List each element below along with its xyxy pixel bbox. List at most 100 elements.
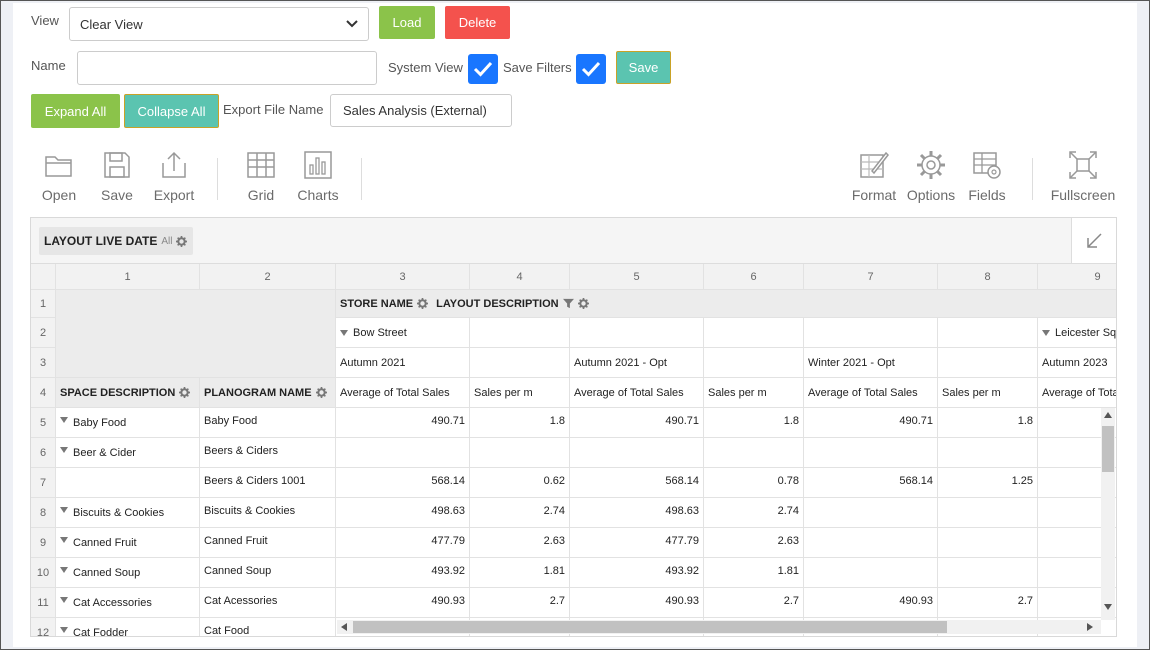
value-cell[interactable]: 477.79 (336, 528, 470, 558)
value-cell[interactable]: 0.62 (470, 468, 570, 498)
value-cell[interactable]: 493.92 (336, 558, 470, 588)
column-number-header[interactable]: 3 (336, 264, 470, 290)
measure-header[interactable]: Average of Total Sales (570, 378, 704, 408)
vertical-scroll-thumb[interactable] (1102, 426, 1114, 472)
space-description-cell[interactable]: Cat Fodder (56, 618, 200, 636)
row-field-planogram-name[interactable]: PLANOGRAM NAME (200, 378, 336, 408)
format-tool[interactable]: Format (849, 149, 899, 203)
value-cell[interactable]: 2.63 (704, 528, 804, 558)
value-cell[interactable]: 493.92 (570, 558, 704, 588)
store-header-bow-street[interactable]: Bow Street (336, 318, 470, 348)
expand-triangle-icon[interactable] (60, 567, 68, 573)
expand-triangle-icon[interactable] (1042, 329, 1050, 336)
column-number-header[interactable]: 6 (704, 264, 804, 290)
column-number-header[interactable]: 5 (570, 264, 704, 290)
charts-tool[interactable]: Charts (295, 149, 341, 203)
row-number-header[interactable]: 2 (31, 318, 56, 348)
value-cell[interactable]: 477.79 (570, 528, 704, 558)
value-cell[interactable]: 490.71 (804, 408, 938, 438)
expand-triangle-icon[interactable] (60, 537, 68, 543)
space-description-cell[interactable]: Biscuits & Cookies (56, 498, 200, 528)
expand-triangle-icon[interactable] (340, 329, 348, 336)
value-cell[interactable]: 1.8 (938, 408, 1038, 438)
filter-chip-layout-live-date[interactable]: LAYOUT LIVE DATE All (39, 227, 194, 255)
value-cell[interactable] (938, 498, 1038, 528)
measure-header[interactable]: Sales per m (704, 378, 804, 408)
scroll-down-icon[interactable] (1104, 604, 1112, 610)
system-view-checkbox[interactable] (468, 54, 498, 84)
value-cell[interactable] (570, 438, 704, 468)
value-cell[interactable]: 2.74 (704, 498, 804, 528)
value-cell[interactable] (704, 438, 804, 468)
column-number-header[interactable]: 1 (56, 264, 200, 290)
value-cell[interactable]: 568.14 (804, 468, 938, 498)
row-number-header[interactable]: 3 (31, 348, 56, 378)
open-tool[interactable]: Open (39, 149, 79, 203)
collapse-panel-button[interactable] (1071, 218, 1116, 264)
value-cell[interactable]: 2.74 (470, 498, 570, 528)
measure-header[interactable]: Average of Total Sales (336, 378, 470, 408)
row-field-space-description[interactable]: SPACE DESCRIPTION (56, 378, 200, 408)
save-tool[interactable]: Save (97, 149, 137, 203)
value-cell[interactable]: 0.78 (704, 468, 804, 498)
value-cell[interactable]: 490.93 (336, 588, 470, 618)
gear-icon[interactable] (417, 298, 429, 309)
scroll-left-icon[interactable] (341, 623, 347, 631)
space-description-cell[interactable]: Canned Soup (56, 558, 200, 588)
fields-tool[interactable]: Fields (966, 149, 1008, 203)
row-number-header[interactable]: 12 (31, 618, 56, 636)
grid-tool[interactable]: Grid (244, 149, 278, 203)
value-cell[interactable]: 568.14 (336, 468, 470, 498)
value-cell[interactable]: 2.63 (470, 528, 570, 558)
expand-triangle-icon[interactable] (60, 417, 68, 423)
save-filters-checkbox[interactable] (576, 54, 606, 84)
value-cell[interactable] (938, 528, 1038, 558)
space-description-cell[interactable] (56, 468, 200, 498)
export-file-name-input[interactable]: Sales Analysis (External) (330, 94, 512, 127)
value-cell[interactable] (804, 438, 938, 468)
filter-icon[interactable] (562, 298, 574, 309)
measure-header[interactable]: Average of Total Sales (804, 378, 938, 408)
row-number-header[interactable]: 5 (31, 408, 56, 438)
column-number-header[interactable]: 9 (1038, 264, 1116, 290)
measure-header[interactable]: Sales per m (470, 378, 570, 408)
value-cell[interactable]: 498.63 (570, 498, 704, 528)
options-tool[interactable]: Options (905, 149, 957, 203)
value-cell[interactable] (336, 438, 470, 468)
value-cell[interactable] (804, 528, 938, 558)
name-input[interactable] (77, 51, 377, 85)
load-button[interactable]: Load (379, 6, 435, 39)
column-number-header[interactable]: 4 (470, 264, 570, 290)
value-cell[interactable]: 498.63 (336, 498, 470, 528)
layout-header[interactable]: Winter 2021 - Opt (804, 348, 938, 378)
fullscreen-tool[interactable]: Fullscreen (1049, 149, 1117, 203)
column-number-header[interactable]: 7 (804, 264, 938, 290)
scroll-right-icon[interactable] (1087, 623, 1093, 631)
scroll-up-icon[interactable] (1104, 412, 1112, 418)
value-cell[interactable] (804, 558, 938, 588)
value-cell[interactable]: 1.8 (470, 408, 570, 438)
value-cell[interactable]: 2.7 (938, 588, 1038, 618)
space-description-cell[interactable]: Baby Food (56, 408, 200, 438)
layout-header[interactable]: Autumn 2023 (1038, 348, 1116, 378)
export-tool[interactable]: Export (151, 149, 197, 203)
layout-header[interactable]: Autumn 2021 - Opt (570, 348, 704, 378)
vertical-scrollbar[interactable] (1101, 408, 1115, 620)
space-description-cell[interactable]: Cat Accessories (56, 588, 200, 618)
row-number-header[interactable]: 4 (31, 378, 56, 408)
horizontal-scrollbar[interactable] (337, 620, 1101, 634)
value-cell[interactable] (804, 498, 938, 528)
expand-triangle-icon[interactable] (60, 507, 68, 513)
value-cell[interactable] (470, 438, 570, 468)
gear-icon[interactable] (179, 387, 191, 398)
measure-header[interactable]: Sales per m (938, 378, 1038, 408)
value-cell[interactable]: 490.93 (804, 588, 938, 618)
expand-all-button[interactable]: Expand All (31, 94, 120, 128)
row-number-header[interactable]: 9 (31, 528, 56, 558)
value-cell[interactable]: 490.93 (570, 588, 704, 618)
value-cell[interactable]: 1.81 (704, 558, 804, 588)
column-number-header[interactable]: 2 (200, 264, 336, 290)
expand-triangle-icon[interactable] (60, 627, 68, 633)
gear-icon[interactable] (315, 387, 327, 398)
value-cell[interactable]: 1.81 (470, 558, 570, 588)
